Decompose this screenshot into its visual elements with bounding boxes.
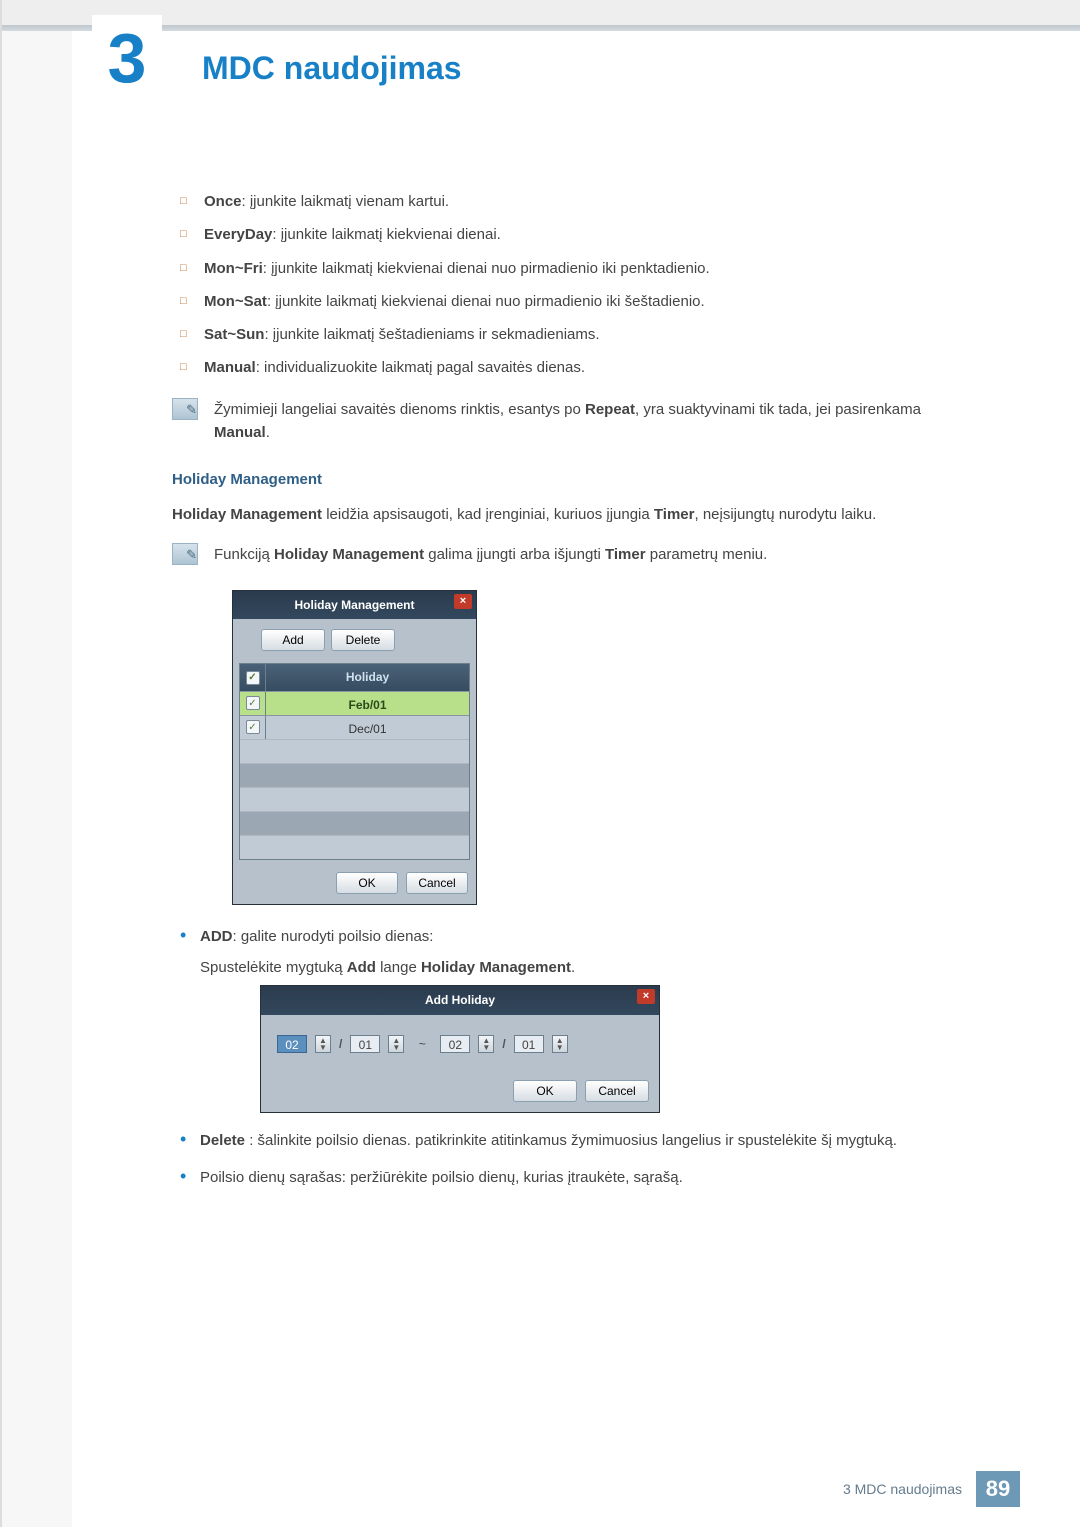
ok-button[interactable]: OK — [336, 872, 398, 894]
list-item: EveryDay: įjunkite laikmatį kiekvienai d… — [172, 223, 980, 246]
page-title: MDC naudojimas — [202, 50, 462, 87]
list-item: Mon~Sat: įjunkite laikmatį kiekvienai di… — [172, 290, 980, 313]
holiday-name: Dec/01 — [266, 716, 469, 739]
delete-button[interactable]: Delete — [331, 629, 395, 651]
chapter-badge: 3 — [92, 15, 162, 100]
chapter-number: 3 — [108, 18, 147, 98]
cancel-button[interactable]: Cancel — [406, 872, 468, 894]
holiday-management-dialog: Holiday Management × Add Delete ✓ Holida… — [232, 590, 477, 905]
holiday-table: ✓ Holiday ✓ Feb/01 ✓ Dec/01 — [239, 663, 470, 860]
bullet-list: ADD: galite nurodyti poilsio dienas: Spu… — [172, 925, 980, 1189]
list-item: Sat~Sun: įjunkite laikmatį šeštadieniams… — [172, 323, 980, 346]
from-month-field[interactable]: 02 — [277, 1035, 307, 1053]
add-holiday-dialog: Add Holiday × 02 ▲▼ / 01 ▲▼ ~ 02 ▲▼ / 01 — [260, 985, 660, 1112]
close-icon[interactable]: × — [637, 989, 655, 1004]
checkbox[interactable]: ✓ — [246, 720, 260, 734]
tilde: ~ — [412, 1035, 432, 1054]
note-icon — [172, 543, 198, 565]
page-number: 89 — [976, 1471, 1020, 1507]
note-icon — [172, 398, 198, 420]
to-day-field[interactable]: 01 — [514, 1035, 544, 1053]
holiday-name: Feb/01 — [266, 692, 469, 715]
note-manual: Žymimieji langeliai savaitės dienoms rin… — [172, 398, 980, 445]
page-footer: 3 MDC naudojimas 89 — [843, 1471, 1020, 1507]
table-row[interactable]: ✓ Dec/01 — [240, 715, 469, 739]
spinner-icon[interactable]: ▲▼ — [315, 1035, 331, 1053]
dialog-title: Add Holiday × — [261, 986, 659, 1015]
table-row[interactable]: ✓ Feb/01 — [240, 691, 469, 715]
spinner-icon[interactable]: ▲▼ — [478, 1035, 494, 1053]
option-list: Once: įjunkite laikmatį vienam kartui. E… — [172, 190, 980, 380]
list-item: Mon~Fri: įjunkite laikmatį kiekvienai di… — [172, 257, 980, 280]
list-item: Delete : šalinkite poilsio dienas. patik… — [172, 1129, 980, 1152]
spinner-icon[interactable]: ▲▼ — [552, 1035, 568, 1053]
close-icon[interactable]: × — [454, 594, 472, 609]
dialog-title: Holiday Management × — [233, 591, 476, 620]
hm-paragraph: Holiday Management leidžia apsisaugoti, … — [172, 503, 980, 526]
spinner-icon[interactable]: ▲▼ — [388, 1035, 404, 1053]
note-timer: Funkciją Holiday Management galima įjung… — [172, 543, 980, 566]
section-heading: Holiday Management — [172, 468, 980, 491]
list-item: Poilsio dienų sąrašas: peržiūrėkite poil… — [172, 1166, 980, 1189]
column-header-holiday: Holiday — [266, 664, 469, 691]
cancel-button[interactable]: Cancel — [585, 1080, 649, 1102]
checkbox[interactable]: ✓ — [246, 696, 260, 710]
from-day-field[interactable]: 01 — [350, 1035, 380, 1053]
ok-button[interactable]: OK — [513, 1080, 577, 1102]
to-month-field[interactable]: 02 — [440, 1035, 470, 1053]
list-item: Once: įjunkite laikmatį vienam kartui. — [172, 190, 980, 213]
list-item: ADD: galite nurodyti poilsio dienas: Spu… — [172, 925, 980, 1113]
footer-label: 3 MDC naudojimas — [843, 1481, 962, 1497]
add-button[interactable]: Add — [261, 629, 325, 651]
checkbox-header[interactable]: ✓ — [240, 664, 266, 691]
list-item: Manual: individualizuokite laikmatį paga… — [172, 356, 980, 379]
